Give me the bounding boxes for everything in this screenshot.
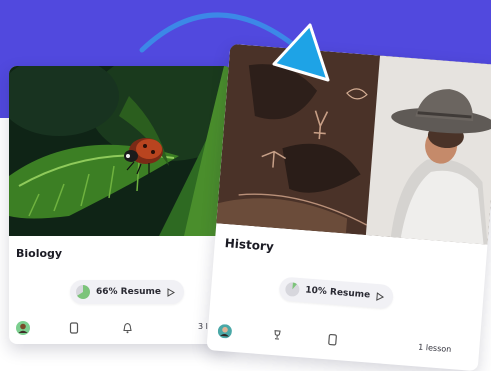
course-card-biology[interactable]: Biology 66% Resume 3 l [9,66,232,344]
lesson-count: 3 l [198,322,208,331]
course-title: Biology [16,247,63,260]
play-icon [167,287,175,297]
document-icon[interactable] [69,322,79,334]
pointer-arrow-icon [272,23,330,82]
progress-ring-icon [76,285,91,299]
resume-button[interactable]: 66% Resume [70,280,184,304]
trophy-icon[interactable] [271,329,283,341]
progress-ring-icon [285,282,300,297]
avatar-icon[interactable] [16,321,30,335]
play-icon [376,291,385,301]
course-title: History [224,235,275,254]
resume-label: 66% Resume [96,287,161,297]
document-icon[interactable] [327,333,338,346]
avatar-icon[interactable] [217,324,232,339]
course-card-history[interactable]: History 10% Resume 1 lesson [206,43,491,371]
course-image-ladybug [9,66,232,236]
resume-label: 10% Resume [304,285,371,301]
resume-button[interactable]: 10% Resume [278,276,394,310]
bell-icon[interactable] [122,322,133,334]
lesson-count: 1 lesson [417,342,452,355]
course-image-petroglyph [216,43,491,245]
